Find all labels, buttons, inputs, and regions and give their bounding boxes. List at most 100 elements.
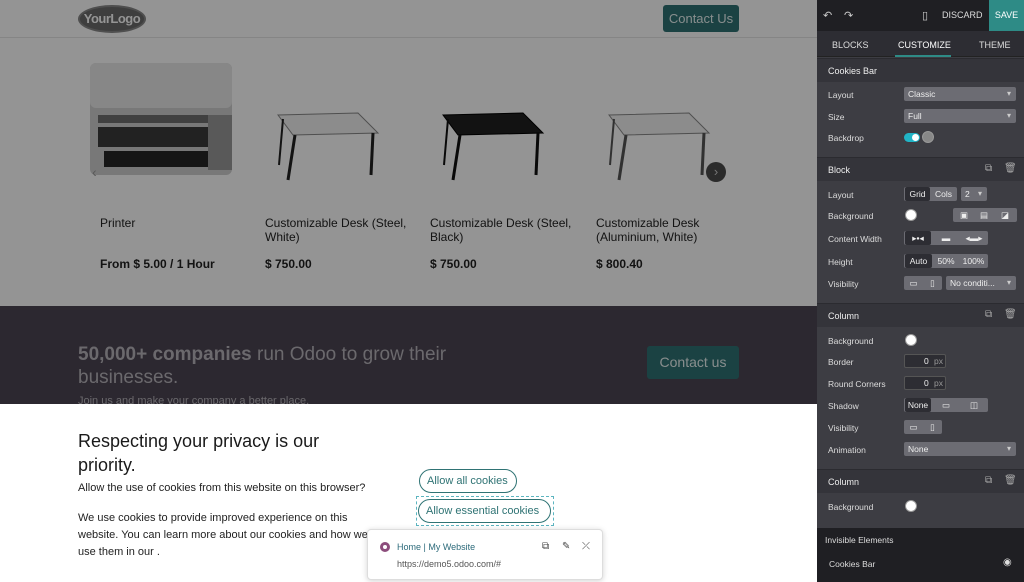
border-unit: px: [934, 356, 943, 366]
section-column: Column ⧉ 🗑: [817, 469, 1024, 493]
invisible-elements-title: Invisible Elements: [825, 535, 894, 545]
redo-icon[interactable]: ↷: [844, 9, 853, 22]
editor-panel: ↶ ↷ ▯ DISCARD SAVE BLOCKS CUSTOMIZE THEM…: [817, 0, 1024, 582]
bg-shape-icon[interactable]: ◪: [996, 208, 1014, 222]
corners-value: 0: [924, 378, 929, 388]
column-background-label: Background: [828, 336, 874, 346]
column2-background-label: Background: [828, 502, 874, 512]
width-small-icon[interactable]: ▸▪◂: [905, 231, 931, 245]
clone-icon[interactable]: ⧉: [985, 309, 992, 320]
allow-essential-cookies-button[interactable]: Allow essential cookies: [418, 499, 551, 523]
height-label: Height: [828, 257, 853, 267]
mobile-preview-icon[interactable]: ▯: [922, 9, 928, 22]
section-title: Cookies Bar: [828, 66, 878, 76]
grid-option[interactable]: Grid: [905, 187, 930, 201]
eye-icon[interactable]: ◉: [1003, 557, 1012, 568]
shadow-group: None ▭ ◫: [904, 398, 988, 412]
backdrop-overlay: [0, 0, 817, 404]
allow-all-cookies-button[interactable]: Allow all cookies: [419, 469, 517, 493]
content-width-group: ▸▪◂ ▬ ◂▬▸: [904, 231, 988, 245]
section-title: Column: [828, 477, 860, 487]
cookies-description: We use cookies to provide improved exper…: [78, 512, 368, 558]
shadow-none[interactable]: None: [905, 398, 931, 412]
section-title: Block: [828, 165, 851, 175]
hide-desktop-icon[interactable]: ▭: [905, 420, 922, 434]
width-full-icon[interactable]: ◂▬▸: [961, 231, 987, 245]
backdrop-color-swatch[interactable]: [922, 131, 934, 143]
round-corners-input[interactable]: 0 px: [904, 376, 946, 390]
width-regular-icon[interactable]: ▬: [933, 231, 959, 245]
backdrop-toggle[interactable]: [904, 133, 920, 142]
active-tab-indicator: [895, 55, 951, 57]
discard-button[interactable]: DISCARD: [942, 10, 983, 20]
corners-unit: px: [934, 378, 943, 388]
hide-desktop-icon[interactable]: ▭: [905, 276, 922, 290]
copy-icon[interactable]: ⧉: [542, 541, 549, 552]
shadow-outset-icon[interactable]: ▭: [933, 398, 959, 412]
layout-select[interactable]: Classic: [904, 87, 1016, 101]
popover-link-title[interactable]: Home | My Website: [397, 542, 475, 552]
column2-background-swatch[interactable]: [905, 500, 917, 512]
border-width-input[interactable]: 0 px: [904, 354, 946, 368]
edit-link-icon[interactable]: ✎: [562, 541, 570, 552]
section-title: Column: [828, 311, 860, 321]
layout-mode-toggle: Grid Cols: [904, 187, 957, 201]
column-device-visibility-group: ▭ ▯: [904, 420, 942, 434]
delete-icon[interactable]: 🗑: [1004, 475, 1017, 486]
block-background-label: Background: [828, 211, 874, 221]
animation-label: Animation: [828, 445, 866, 455]
device-visibility-group: ▭ ▯: [904, 276, 942, 290]
border-value: 0: [924, 356, 929, 366]
bg-image-icon[interactable]: ▣: [955, 208, 973, 222]
cols-option[interactable]: Cols: [931, 187, 956, 201]
visibility-condition-select[interactable]: No conditi...: [946, 276, 1016, 290]
section-cookies-bar: Cookies Bar: [817, 58, 1024, 82]
invisible-elements: Invisible Elements Cookies Bar ◉: [817, 528, 1024, 582]
round-corners-label: Round Corners: [828, 379, 886, 389]
cookies-title: Respecting your privacy is our priority.: [78, 431, 320, 475]
link-popover: Home | My Website https://demo5.odoo.com…: [367, 529, 603, 580]
clone-icon[interactable]: ⧉: [985, 475, 992, 486]
remove-link-icon[interactable]: ⤫: [582, 541, 590, 552]
column-background-swatch[interactable]: [905, 334, 917, 346]
website-preview: YourLogo Contact Us Printer From $ 5.00 …: [0, 0, 817, 582]
tab-blocks[interactable]: BLOCKS: [832, 40, 869, 50]
height-auto[interactable]: Auto: [905, 254, 932, 268]
animation-select[interactable]: None: [904, 442, 1016, 456]
cookies-question: Allow the use of cookies from this websi…: [78, 482, 366, 494]
hide-mobile-icon[interactable]: ▯: [924, 276, 941, 290]
height-group: Auto 50% 100%: [904, 254, 988, 268]
section-column: Column ⧉ 🗑: [817, 303, 1024, 327]
block-background-swatch[interactable]: [905, 209, 917, 221]
hide-mobile-icon[interactable]: ▯: [924, 420, 941, 434]
backdrop-label: Backdrop: [828, 133, 864, 143]
background-type-group: ▣ ▤ ◪: [953, 208, 1017, 222]
bg-video-icon[interactable]: ▤: [975, 208, 993, 222]
section-block: Block ⧉ 🗑: [817, 157, 1024, 181]
height-100[interactable]: 100%: [960, 254, 987, 268]
favicon-icon: [380, 542, 390, 552]
tab-theme[interactable]: THEME: [979, 40, 1011, 50]
size-label: Size: [828, 112, 845, 122]
column-visibility-label: Visibility: [828, 423, 859, 433]
content-width-label: Content Width: [828, 234, 882, 244]
delete-icon[interactable]: 🗑: [1004, 163, 1017, 174]
block-layout-label: Layout: [828, 190, 854, 200]
editor-tabs: BLOCKS CUSTOMIZE THEME: [817, 31, 1024, 57]
shadow-label: Shadow: [828, 401, 859, 411]
popover-link-url[interactable]: https://demo5.odoo.com/#: [397, 559, 501, 569]
invisible-item-cookies-bar[interactable]: Cookies Bar: [829, 559, 875, 569]
layout-label: Layout: [828, 90, 854, 100]
tab-customize[interactable]: CUSTOMIZE: [898, 40, 951, 50]
undo-icon[interactable]: ↶: [823, 9, 832, 22]
shadow-inset-icon[interactable]: ◫: [961, 398, 987, 412]
border-label: Border: [828, 357, 854, 367]
clone-icon[interactable]: ⧉: [985, 163, 992, 174]
height-50[interactable]: 50%: [933, 254, 959, 268]
size-select[interactable]: Full: [904, 109, 1016, 123]
editor-topbar: ↶ ↷ ▯ DISCARD SAVE: [817, 0, 1024, 31]
visibility-label: Visibility: [828, 279, 859, 289]
delete-icon[interactable]: 🗑: [1004, 309, 1017, 320]
cols-select[interactable]: 2: [961, 187, 987, 201]
save-button[interactable]: SAVE: [989, 0, 1024, 31]
